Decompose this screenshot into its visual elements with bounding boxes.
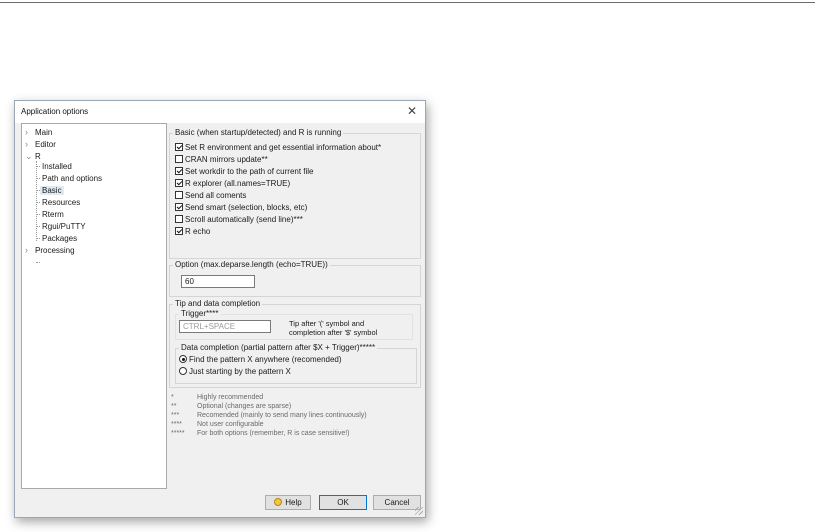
tree-item-installed[interactable]: Installed <box>42 161 72 172</box>
trigger-help-line-1: Tip after '(' symbol and <box>289 319 365 328</box>
footnote: *** Recomended (mainly to send many lines… <box>171 412 367 419</box>
chevron-down-icon[interactable]: ⌄ <box>25 151 35 162</box>
tree-item-r[interactable]: ⌄ R <box>25 151 41 162</box>
radio-find-anywhere[interactable]: Find the pattern X anywhere (recomended) <box>179 355 342 365</box>
tree-item-basic[interactable]: Basic <box>40 185 64 196</box>
tree-item-rterm[interactable]: Rterm <box>42 209 64 220</box>
max-deparse-length-input[interactable]: 60 <box>181 275 255 288</box>
options-tree: › Main › Editor ⌄ R Installed Path and opti… <box>21 123 167 489</box>
dialog-buttons: Help OK Cancel <box>15 489 425 517</box>
tree-item-processing[interactable]: › Processing <box>25 245 75 256</box>
checkbox-scroll-automatically[interactable]: Scroll automatically (send line)*** <box>175 215 303 225</box>
chevron-right-icon[interactable]: › <box>25 127 35 138</box>
radio-button[interactable] <box>179 355 187 363</box>
options-panel: Basic (when startup/detected) and R is r… <box>167 123 423 487</box>
chevron-right-icon[interactable]: › <box>25 245 35 256</box>
checkbox-box[interactable] <box>175 179 183 187</box>
checkbox-box[interactable] <box>175 227 183 235</box>
footnote: * Highly recommended <box>171 394 264 401</box>
option-group-title: Option (max.deparse.length (echo=TRUE)) <box>173 260 330 269</box>
close-icon[interactable]: ✕ <box>407 104 417 118</box>
checkbox-send-all-coments[interactable]: Send all coments <box>175 191 246 201</box>
checkbox-r-echo[interactable]: R echo <box>175 227 210 237</box>
checkbox-set-workdir[interactable]: Set workdir to the path of current file <box>175 167 314 177</box>
help-button[interactable]: Help <box>265 495 311 510</box>
checkbox-box[interactable] <box>175 167 183 175</box>
trigger-input[interactable]: CTRL+SPACE <box>179 320 271 333</box>
resize-grip[interactable] <box>415 507 423 515</box>
tree-item-packages[interactable]: Packages <box>42 233 77 244</box>
title-bar: Application options ✕ <box>15 101 425 123</box>
checkbox-r-explorer[interactable]: R explorer (all.names=TRUE) <box>175 179 290 189</box>
footnote: ** Optional (changes are sparse) <box>171 403 292 410</box>
checkbox-set-r-environment[interactable]: Set R environment and get essential info… <box>175 143 381 153</box>
cancel-button[interactable]: Cancel <box>373 495 421 510</box>
ok-button[interactable]: OK <box>319 495 367 510</box>
tree-item-editor[interactable]: › Editor <box>25 139 56 150</box>
footnote: ***** For both options (remember, R is ca… <box>171 430 350 437</box>
top-divider <box>0 2 815 3</box>
checkbox-send-smart[interactable]: Send smart (selection, blocks, etc) <box>175 203 307 213</box>
tree-item-resources[interactable]: Resources <box>42 197 80 208</box>
footnotes: * Highly recommended ** Optional (changes … <box>171 393 367 438</box>
trigger-help-line-2: completion after '$' symbol <box>289 328 378 337</box>
tree-item-main[interactable]: › Main <box>25 127 52 138</box>
tip-group-title: Tip and data completion <box>173 299 263 308</box>
application-options-dialog: Application options ✕ › Main › Editor ⌄ R I… <box>14 100 426 518</box>
basic-group-title: Basic (when startup/detected) and R is r… <box>173 128 344 137</box>
checkbox-box[interactable] <box>175 191 183 199</box>
chevron-right-icon[interactable]: › <box>25 139 35 150</box>
checkbox-cran-mirrors-update[interactable]: CRAN mirrors update** <box>175 155 268 165</box>
radio-starting-by[interactable]: Just starting by the pattern X <box>179 367 291 377</box>
checkbox-box[interactable] <box>175 203 183 211</box>
footnote: **** Not user configurable <box>171 421 264 428</box>
checkbox-box[interactable] <box>175 155 183 163</box>
checkbox-box[interactable] <box>175 215 183 223</box>
data-completion-box <box>175 348 417 384</box>
tree-item-path-and-options[interactable]: Path and options <box>42 173 102 184</box>
data-completion-title: Data completion (partial pattern after $… <box>179 343 378 352</box>
tree-item-rgui-putty[interactable]: Rgui/PuTTY <box>42 221 86 232</box>
window-title: Application options <box>21 107 89 116</box>
help-bulb-icon <box>274 498 283 506</box>
trigger-label: Trigger**** <box>179 309 221 318</box>
tree-guide <box>36 161 37 241</box>
checkbox-box[interactable] <box>175 143 183 151</box>
radio-button[interactable] <box>179 367 187 375</box>
